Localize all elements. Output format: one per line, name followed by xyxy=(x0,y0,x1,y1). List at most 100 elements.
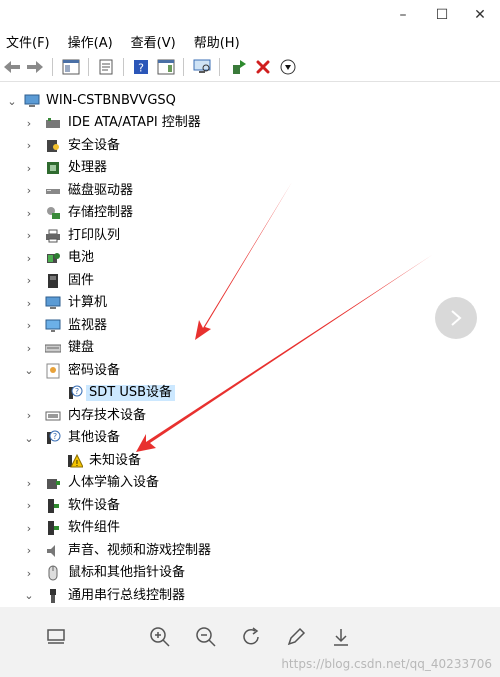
action-pane-button[interactable] xyxy=(156,57,176,77)
svg-text:?: ? xyxy=(53,432,57,441)
thumbnail-button[interactable] xyxy=(44,625,68,649)
properties-icon xyxy=(99,59,113,75)
update-driver-icon xyxy=(233,60,246,74)
tree-item-label: 人体学输入设备 xyxy=(68,475,160,490)
tree-item-label: SDT USB设备 xyxy=(86,385,176,401)
minimize-icon: – xyxy=(399,7,407,23)
tree-item-label: 磁盘驱动器 xyxy=(68,182,134,198)
tree-item-usb[interactable]: ⌄ 通用串行总线控制器 xyxy=(0,585,500,607)
minimize-button[interactable]: – xyxy=(393,5,413,25)
tree-item-disk[interactable]: › 磁盘驱动器 xyxy=(0,180,500,202)
memory-device-icon xyxy=(45,411,61,420)
chevron-right-icon[interactable]: › xyxy=(23,180,35,202)
tree-item-software-component[interactable]: › 软件组件 xyxy=(0,517,500,539)
chevron-right-icon[interactable]: › xyxy=(23,562,35,584)
maximize-icon: ☐ xyxy=(435,7,449,23)
menu-action[interactable]: 操作(A) xyxy=(68,32,113,51)
chevron-right-icon[interactable]: › xyxy=(23,405,35,427)
console-tree-icon xyxy=(62,59,80,75)
tree-item-sound[interactable]: › 声音、视频和游戏控制器 xyxy=(0,540,500,562)
chevron-right-icon xyxy=(451,310,462,326)
tree-item-label: 软件组件 xyxy=(68,520,121,535)
menu-file[interactable]: 文件(F) xyxy=(6,32,50,51)
tree-item-label: 存储控制器 xyxy=(68,205,134,220)
chevron-right-icon[interactable]: › xyxy=(23,337,35,359)
edit-button[interactable] xyxy=(284,625,308,649)
forward-button[interactable] xyxy=(25,57,45,77)
tree-item-computer[interactable]: › 计算机 xyxy=(0,292,500,314)
download-icon xyxy=(334,629,348,646)
chevron-right-icon[interactable]: › xyxy=(23,540,35,562)
chevron-right-icon[interactable]: › xyxy=(23,495,35,517)
firmware-icon xyxy=(48,273,58,288)
tree-item-memory[interactable]: › 内存技术设备 xyxy=(0,405,500,427)
tree-item-ide[interactable]: › IDE ATA/ATAPI 控制器 xyxy=(0,112,500,134)
zoom-in-button[interactable] xyxy=(148,625,172,649)
zoom-out-icon xyxy=(196,627,216,647)
tree-item-firmware[interactable]: › 固件 xyxy=(0,270,500,292)
zoom-out-button[interactable] xyxy=(194,625,218,649)
printer-icon xyxy=(46,229,60,242)
menu-bar: 文件(F) 操作(A) 查看(V) 帮助(H) xyxy=(0,30,500,52)
tree-item-battery[interactable]: › 电池 xyxy=(0,247,500,269)
chevron-down-icon[interactable]: ⌄ xyxy=(6,90,18,112)
tree-item-sdt-usb[interactable]: ? SDT USB设备 xyxy=(0,382,500,404)
uninstall-button[interactable] xyxy=(253,57,273,77)
chevron-right-icon[interactable]: › xyxy=(23,247,35,269)
title-bar: – ☐ ✕ xyxy=(0,0,500,30)
chevron-right-icon[interactable]: › xyxy=(23,157,35,179)
next-image-button[interactable] xyxy=(435,297,477,339)
chevron-down-icon[interactable]: ⌄ xyxy=(23,585,35,607)
tree-item-unknown[interactable]: ! 未知设备 xyxy=(0,450,500,472)
forward-arrow-icon xyxy=(27,61,43,73)
security-device-icon xyxy=(47,139,59,152)
tree-item-label: 其他设备 xyxy=(68,430,121,445)
tree-item-printer[interactable]: › 打印队列 xyxy=(0,225,500,247)
close-button[interactable]: ✕ xyxy=(470,5,490,25)
chevron-right-icon[interactable]: › xyxy=(23,517,35,539)
chevron-right-icon[interactable]: › xyxy=(23,202,35,224)
battery-icon xyxy=(47,253,60,263)
processor-icon xyxy=(47,162,59,174)
chevron-right-icon[interactable]: › xyxy=(23,270,35,292)
ide-controller-icon xyxy=(46,118,60,128)
scan-hardware-button[interactable] xyxy=(192,57,212,77)
tree-item-software-device[interactable]: › 软件设备 xyxy=(0,495,500,517)
rotate-button[interactable] xyxy=(239,625,263,649)
usb-icon xyxy=(50,588,56,603)
help-button[interactable]: ? xyxy=(131,57,151,77)
tree-item-monitor[interactable]: › 监视器 xyxy=(0,315,500,337)
chevron-right-icon[interactable]: › xyxy=(23,225,35,247)
close-icon: ✕ xyxy=(474,7,486,23)
watermark-text: https://blog.csdn.net/qq_40233706 xyxy=(281,657,492,671)
chevron-right-icon[interactable]: › xyxy=(23,292,35,314)
chevron-right-icon[interactable]: › xyxy=(23,135,35,157)
maximize-button[interactable]: ☐ xyxy=(432,5,452,25)
show-hide-console-tree-button[interactable] xyxy=(61,57,81,77)
tree-item-mouse[interactable]: › 鼠标和其他指针设备 xyxy=(0,562,500,584)
menu-view[interactable]: 查看(V) xyxy=(131,32,176,51)
chevron-right-icon[interactable]: › xyxy=(23,315,35,337)
tree-item-hid[interactable]: › 人体学输入设备 xyxy=(0,472,500,494)
disable-device-button[interactable] xyxy=(278,57,298,77)
tree-item-other[interactable]: ⌄ ? 其他设备 xyxy=(0,427,500,449)
properties-button[interactable] xyxy=(96,57,116,77)
tree-root[interactable]: ⌄ WIN-CSTBNBVVGSQ xyxy=(0,90,500,112)
chevron-right-icon[interactable]: › xyxy=(23,472,35,494)
tree-item-security[interactable]: › 安全设备 xyxy=(0,135,500,157)
chevron-down-icon[interactable]: ⌄ xyxy=(23,427,35,449)
tree-item-keyboard[interactable]: › 键盘 xyxy=(0,337,500,359)
chevron-right-icon[interactable]: › xyxy=(23,112,35,134)
download-button[interactable] xyxy=(329,625,353,649)
tree-item-label: 未知设备 xyxy=(89,452,142,468)
update-driver-button[interactable] xyxy=(229,57,249,77)
tree-item-label: 固件 xyxy=(68,272,95,288)
disable-down-arrow-icon xyxy=(280,59,296,75)
tree-item-storage[interactable]: › 存储控制器 xyxy=(0,202,500,224)
back-button[interactable] xyxy=(2,57,22,77)
tree-item-processor[interactable]: › 处理器 xyxy=(0,157,500,179)
tree-item-crypto[interactable]: ⌄ 密码设备 xyxy=(0,360,500,382)
chevron-down-icon[interactable]: ⌄ xyxy=(23,360,35,382)
menu-help[interactable]: 帮助(H) xyxy=(194,32,240,51)
svg-text:?: ? xyxy=(138,62,144,75)
